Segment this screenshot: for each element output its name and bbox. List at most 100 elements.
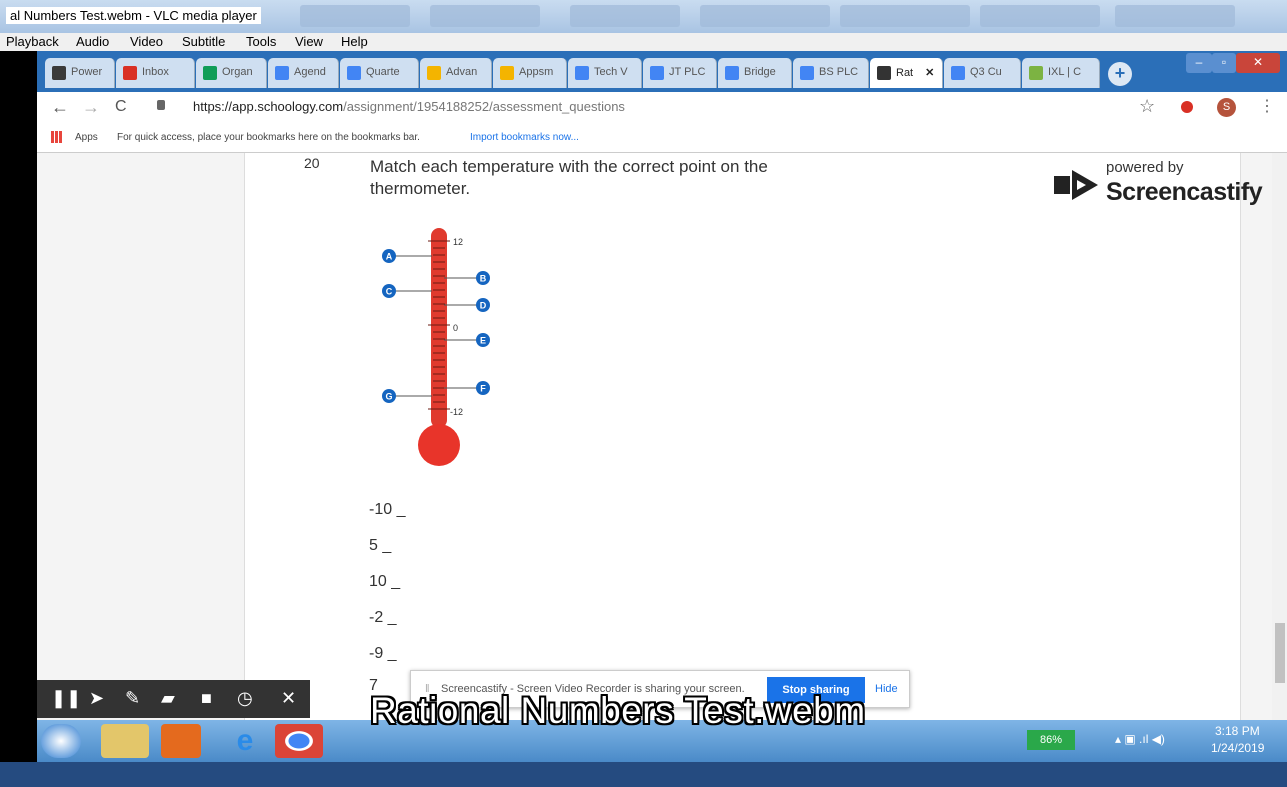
tab-advan[interactable]: Advan <box>420 58 492 88</box>
menu-audio[interactable]: Audio <box>76 34 109 49</box>
battery-indicator[interactable]: 86% <box>1027 730 1075 750</box>
menu-playback[interactable]: Playback <box>6 34 59 49</box>
vlc-menu-bar: Playback Audio Video Subtitle Tools View… <box>0 33 1287 51</box>
pen-icon[interactable]: ✎ <box>125 688 140 709</box>
back-icon[interactable]: ← <box>51 97 69 118</box>
bookmarks-hint: For quick access, place your bookmarks h… <box>117 132 420 143</box>
tab-inbox[interactable]: Inbox <box>116 58 195 88</box>
clock-date[interactable]: 1/24/2019 <box>1211 741 1264 755</box>
menu-dots-icon[interactable]: ⋮ <box>1259 96 1275 116</box>
tab-label: Agend <box>294 66 326 78</box>
label-top: 12 <box>453 237 463 247</box>
cursor-icon[interactable]: ➤ <box>89 688 104 709</box>
tab-favicon-icon <box>123 66 137 80</box>
scroll-thumb[interactable] <box>1275 623 1285 683</box>
address-bar-row: ← → C https://app.schoology.com/assignme… <box>37 92 1287 123</box>
start-button[interactable] <box>41 724 81 758</box>
tab-bridge[interactable]: Bridge <box>718 58 792 88</box>
tab-favicon-icon <box>725 66 739 80</box>
tab-favicon-icon <box>347 66 361 80</box>
close-toolbar-icon[interactable]: ✕ <box>281 688 296 709</box>
tab-tech-v[interactable]: Tech V <box>568 58 642 88</box>
background-tab <box>430 5 540 27</box>
answer-item[interactable]: -9 _ <box>369 645 397 663</box>
tab-favicon-icon <box>500 66 514 80</box>
timer-icon[interactable]: ◷ <box>237 688 253 709</box>
hide-button[interactable]: Hide <box>875 683 898 695</box>
page-scrollbar[interactable] <box>1272 153 1287 720</box>
apps-icon[interactable] <box>51 131 63 143</box>
screencastify-name: Screencastify <box>1106 178 1263 206</box>
menu-view[interactable]: View <box>295 34 323 49</box>
highlighter-icon[interactable]: ▰ <box>161 688 175 709</box>
question-number: 20 <box>304 155 320 171</box>
powered-by-text: powered by <box>1106 159 1184 176</box>
tab-appsm[interactable]: Appsm <box>493 58 567 88</box>
tab-favicon-icon <box>575 66 589 80</box>
tab-label: Quarte <box>366 66 400 78</box>
forward-icon[interactable]: → <box>82 97 100 118</box>
tab-favicon-icon <box>800 66 814 80</box>
media-player-icon[interactable] <box>161 724 201 758</box>
apps-link[interactable]: Apps <box>75 132 98 143</box>
thermometer-figure: 12 0 -12 A B C D E F G <box>382 228 490 466</box>
tab-close-icon[interactable]: ✕ <box>925 67 934 79</box>
internet-explorer-icon[interactable]: e <box>221 724 269 758</box>
bookmarks-bar: Apps For quick access, place your bookma… <box>37 123 1287 153</box>
thermometer-tube <box>431 228 447 428</box>
clock-time[interactable]: 3:18 PM <box>1215 724 1260 738</box>
extension-icon[interactable] <box>1181 101 1193 113</box>
svg-text:E: E <box>480 336 486 346</box>
pause-icon[interactable]: ❚❚ <box>51 688 81 709</box>
point-d-marker: D <box>444 298 490 312</box>
tray-icons[interactable]: ▴ ▣ .ıl ◀) <box>1115 732 1165 746</box>
answer-item[interactable]: 5 _ <box>369 537 391 555</box>
maximize-button[interactable]: ▫ <box>1212 53 1236 73</box>
tab-label: BS PLC <box>819 66 859 78</box>
reload-icon[interactable]: C <box>115 98 127 116</box>
tab-organ[interactable]: Organ <box>196 58 267 88</box>
explorer-icon[interactable] <box>101 724 149 758</box>
tab-bs-plc[interactable]: BS PLC <box>793 58 869 88</box>
screencastify-toolbar: ❚❚ ➤ ✎ ▰ ■ ◷ ✕ <box>37 680 310 718</box>
background-tab <box>980 5 1100 27</box>
tab-power[interactable]: Power <box>45 58 115 88</box>
point-f-marker: F <box>444 381 490 395</box>
profile-avatar[interactable]: S <box>1217 98 1236 117</box>
answer-item[interactable]: -2 _ <box>369 609 397 627</box>
tab-label: Tech V <box>594 66 628 78</box>
chrome-icon[interactable] <box>275 724 323 758</box>
background-tab <box>840 5 970 27</box>
menu-video[interactable]: Video <box>130 34 163 49</box>
tab-favicon-icon <box>877 66 891 80</box>
tab-favicon-icon <box>951 66 965 80</box>
tab-label: Appsm <box>519 66 554 78</box>
import-bookmarks-link[interactable]: Import bookmarks now... <box>470 132 579 143</box>
url-field[interactable]: https://app.schoology.com/assignment/195… <box>193 99 625 114</box>
tab-jt-plc[interactable]: JT PLC <box>643 58 717 88</box>
tab-label: Advan <box>446 66 478 78</box>
screencastify-logo-icon <box>1054 170 1098 200</box>
point-e-marker: E <box>444 333 490 347</box>
background-tab <box>1115 5 1235 27</box>
menu-help[interactable]: Help <box>341 34 368 49</box>
background-tab <box>700 5 830 27</box>
tab-ixl-c[interactable]: IXL | C <box>1022 58 1100 88</box>
tab-favicon-icon <box>203 66 217 80</box>
menu-tools[interactable]: Tools <box>246 34 276 49</box>
tab-quarte[interactable]: Quarte <box>340 58 419 88</box>
tab-agend[interactable]: Agend <box>268 58 339 88</box>
close-window-button[interactable]: ✕ <box>1236 53 1280 73</box>
tab-label: Power <box>71 66 103 78</box>
star-icon[interactable]: ☆ <box>1139 96 1155 117</box>
camera-icon[interactable]: ■ <box>201 688 212 709</box>
answer-item[interactable]: 10 _ <box>369 573 400 591</box>
tab-q3-cu[interactable]: Q3 Cu <box>944 58 1021 88</box>
menu-subtitle[interactable]: Subtitle <box>182 34 225 49</box>
svg-text:A: A <box>386 252 393 262</box>
new-tab-button[interactable]: + <box>1108 62 1132 86</box>
answer-item[interactable]: -10 _ <box>369 501 405 519</box>
minimize-button[interactable]: – <box>1186 53 1212 73</box>
tab-rat[interactable]: Rat ✕ <box>870 58 943 88</box>
point-a-marker: A <box>382 249 432 263</box>
